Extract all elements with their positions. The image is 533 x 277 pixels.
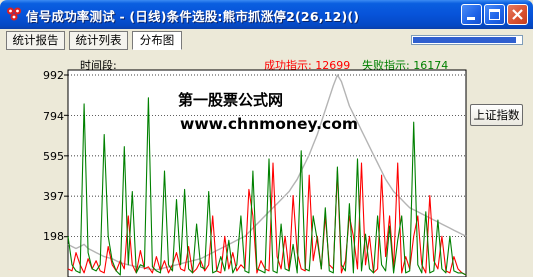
- y-tick-label: 794: [43, 110, 64, 123]
- y-tick-label: 198: [43, 230, 64, 243]
- y-tick-label: 595: [43, 150, 64, 163]
- watermark-title: 第一股票公式网: [178, 91, 284, 109]
- index-button[interactable]: 上证指数: [470, 104, 523, 126]
- app-window: 信号成功率测试 - (日线)条件选股:熊市抓涨停2(26,12)() 统计报告 …: [0, 0, 533, 277]
- y-tick-label: 397: [43, 190, 64, 203]
- watermark-url: www.chnmoney.com: [180, 115, 359, 133]
- distribution-chart: [64, 69, 467, 277]
- y-tick-label: 992: [43, 69, 64, 82]
